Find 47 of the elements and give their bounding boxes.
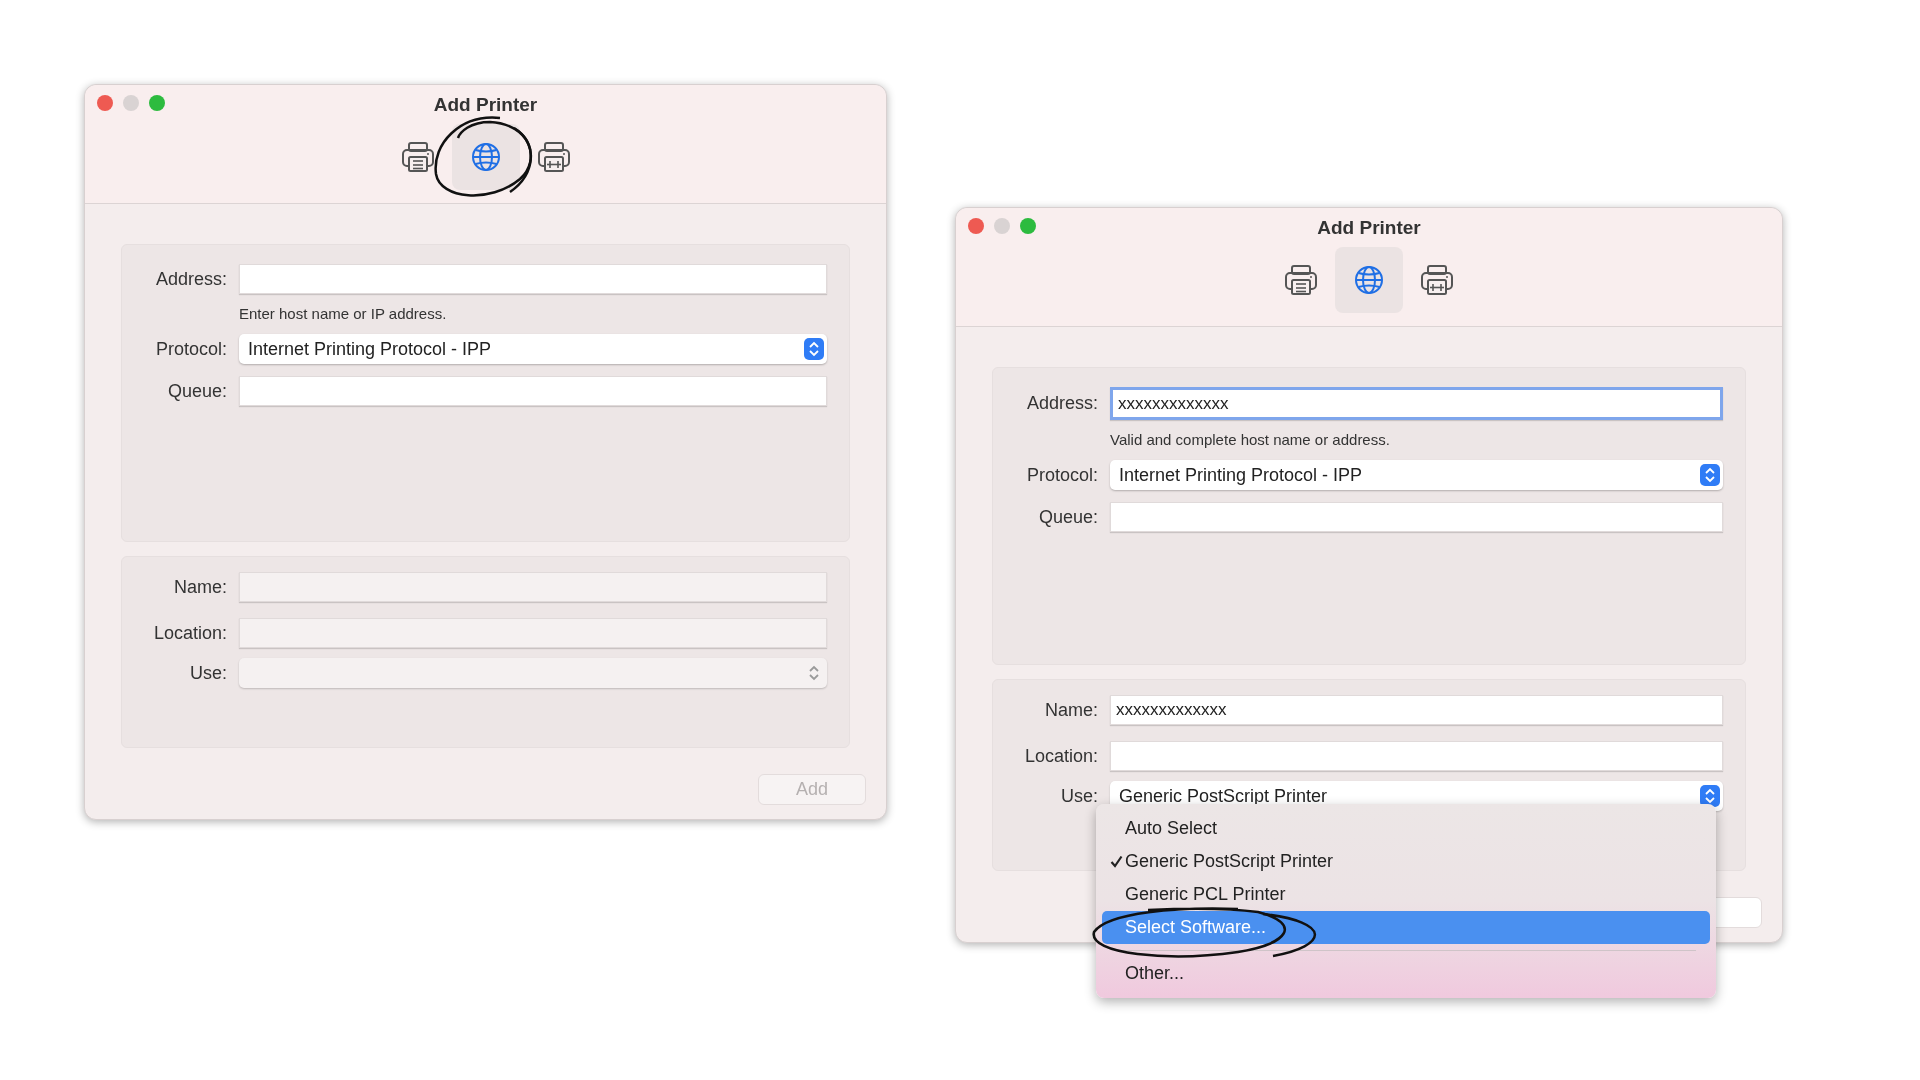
text-field[interactable]	[239, 618, 827, 648]
fax-printer-icon	[536, 140, 571, 173]
printer-icon	[400, 140, 435, 173]
field-label: Address:	[1025, 392, 1098, 415]
field-label: Address:	[154, 267, 227, 291]
printer-icon	[1284, 263, 1318, 296]
minimize-button[interactable]	[994, 218, 1010, 234]
field-label: Use:	[189, 661, 227, 685]
stepper-icon	[804, 338, 824, 360]
protocol-dropdown[interactable]: Internet Printing Protocol - IPP	[239, 334, 827, 364]
hint-text: Valid and complete host name or address.	[1110, 431, 1390, 448]
toolbar-tab[interactable]	[451, 123, 520, 190]
minimize-button[interactable]	[123, 95, 139, 111]
text-field[interactable]	[239, 376, 827, 406]
zoom-button[interactable]	[149, 95, 165, 111]
menu-item[interactable]: Other...	[1102, 957, 1710, 990]
field-label: Name:	[173, 575, 227, 599]
menu-item[interactable]: Auto Select	[1102, 812, 1710, 845]
field-label: Name:	[1044, 698, 1098, 722]
text-field[interactable]: xxxxxxxxxxxxx	[1110, 387, 1723, 420]
window-title: Add Printer	[433, 93, 538, 117]
menu-item[interactable]: Generic PCL Printer	[1102, 878, 1710, 911]
field-label: Queue:	[1037, 505, 1098, 529]
field-label: Location:	[1023, 744, 1098, 768]
stepper-icon	[1700, 785, 1720, 807]
globe-icon	[1354, 264, 1384, 295]
window-title: Add Printer	[1317, 216, 1421, 240]
fax-printer-icon	[1420, 263, 1454, 296]
field-label: Location:	[152, 621, 227, 645]
field-label: Protocol:	[154, 337, 227, 361]
text-field[interactable]: xxxxxxxxxxxxx	[1110, 695, 1723, 725]
checkmark-icon	[1110, 855, 1123, 868]
text-field[interactable]	[239, 572, 827, 602]
protocol-dropdown[interactable]: Internet Printing Protocol - IPP	[1110, 460, 1723, 490]
text-field[interactable]	[239, 264, 827, 294]
field-label: Use:	[1060, 784, 1098, 808]
zoom-button[interactable]	[1020, 218, 1036, 234]
hint-text: Enter host name or IP address.	[239, 305, 447, 322]
globe-icon	[470, 141, 501, 172]
text-field[interactable]	[1110, 502, 1723, 532]
text-field[interactable]	[1110, 741, 1723, 771]
close-button[interactable]	[968, 218, 984, 234]
close-button[interactable]	[97, 95, 113, 111]
stepper-icon	[1700, 464, 1720, 486]
menu-item[interactable]: Generic PostScript Printer	[1102, 845, 1710, 878]
field-label: Protocol:	[1025, 463, 1098, 487]
field-label: Queue:	[166, 379, 227, 403]
